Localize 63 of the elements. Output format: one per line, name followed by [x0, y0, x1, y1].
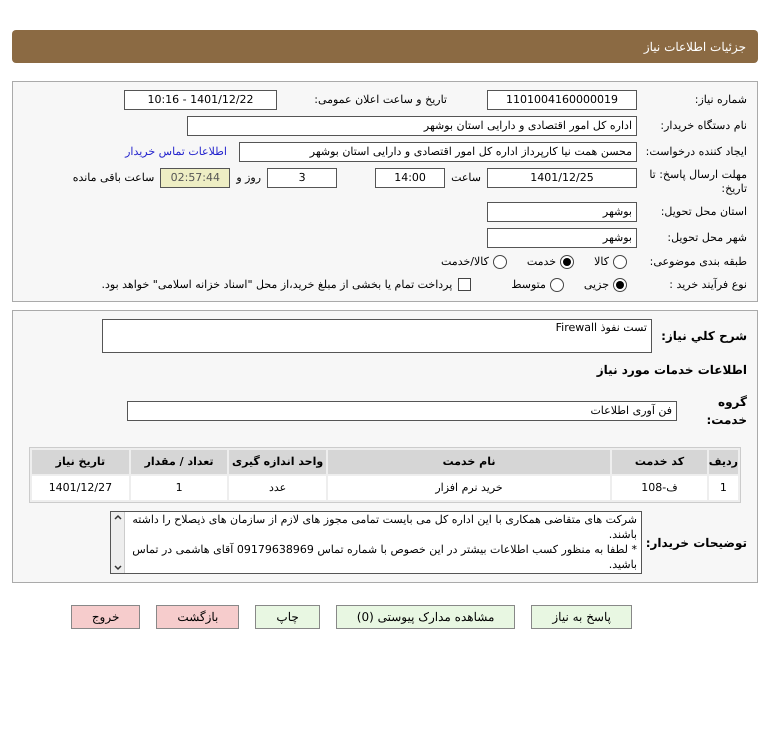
field-value: 1101004160000019 [487, 90, 637, 110]
radio-label: کالا [594, 254, 609, 270]
field-value: 1401/12/22 - 10:16 [124, 90, 277, 110]
page-header: جزئیات اطلاعات نیاز [12, 30, 758, 63]
radio-button[interactable] [613, 255, 627, 270]
field-value: فن آوری اطلاعات [127, 401, 677, 421]
field-label: شماره نیاز: [694, 92, 747, 108]
action-button[interactable]: پاسخ به نیاز [531, 605, 632, 629]
action-button[interactable]: مشاهده مدارک پیوستی (0) [336, 605, 516, 629]
radio-label: کالا/خدمت [441, 254, 489, 270]
column-header: واحد اندازه گیری [229, 450, 326, 474]
buyer-contact-link[interactable]: اطلاعات تماس خریدار [125, 144, 227, 160]
column-header: نام خدمت [328, 450, 610, 474]
column-header: ردیف [708, 450, 738, 474]
field-label: ساعت [451, 170, 481, 186]
column-header: کد خدمت [612, 450, 707, 474]
radio-label: متوسط [511, 276, 546, 293]
field-value: بوشهر [487, 228, 637, 248]
field-label: گروه خدمت: [705, 394, 747, 429]
field-value: محسن همت نیا کارپرداز اداره کل امور اقتصادی و دارایی استان بوشهر [239, 142, 637, 162]
column-header: تعداد / مقدار [130, 450, 228, 474]
scroll-down-icon [114, 565, 122, 571]
checkbox-label: پرداخت تمام یا بخشی از مبلغ خرید،از محل "اسناد خزانه اسلامی" خواهد بود. [102, 276, 452, 293]
field-value: 3 [267, 168, 338, 188]
table-cell: خرید نرم افزار [328, 476, 610, 500]
description-field: تست نفوذ Firewall [102, 319, 652, 353]
field-label: استان محل تحویل: [660, 204, 747, 220]
radio-label: خدمت [526, 254, 556, 270]
field-label: نام دستگاه خریدار: [659, 118, 747, 134]
table-cell: 1 [708, 476, 738, 500]
field-label: تاریخ و ساعت اعلان عمومی: [313, 92, 447, 108]
scrollbar[interactable] [111, 512, 125, 573]
notes-text: شرکت های متقاضی همکاری با این اداره کل می بایست تمامی مجوز های لازم از سازمان های ذیصلاح را داشته باشند. * لطفا به منظور کسب اطلاعات بیشتر در این خصوص با شماره تماس 09179638969 آقای هاشمی در تماس باشید. [131, 512, 638, 573]
action-button[interactable]: چاپ [255, 605, 320, 629]
field-label: ساعت باقی مانده [72, 170, 154, 186]
field-label: مهلت ارسال پاسخ: تا تاریخ: [648, 168, 747, 196]
field-value: 02:57:44 [160, 168, 230, 188]
radio-button[interactable] [492, 255, 507, 270]
column-header: تاریخ نیاز [32, 450, 129, 474]
radio-button[interactable] [550, 278, 564, 292]
field-label: نوع فرآیند خرید : [668, 276, 747, 293]
field-label: طبقه بندی موضوعی: [648, 254, 747, 270]
table-cell: 1401/12/27 [32, 476, 129, 500]
radio-button[interactable] [560, 255, 574, 270]
field-value: 1401/12/25 [487, 168, 637, 188]
radio-label: جزیی [584, 276, 609, 293]
field-value: 14:00 [375, 168, 446, 188]
field-label: شرح کلي نياز: [660, 328, 747, 345]
field-label: ایجاد کننده درخواست: [644, 144, 747, 160]
field-value: اداره کل امور اقتصادی و دارایی استان بوشهر [187, 116, 637, 136]
field-label: روز و [236, 170, 262, 186]
table-cell: 1 [130, 476, 228, 500]
table-cell: ف-108 [612, 476, 707, 500]
field-label: شهر محل تحویل: [666, 230, 747, 246]
radio-button[interactable] [613, 278, 627, 292]
action-button[interactable]: بازگشت [156, 605, 240, 629]
field-label: توضیحات خریدار: [644, 534, 747, 552]
checkbox[interactable] [458, 278, 472, 292]
field-value: بوشهر [487, 202, 637, 222]
section-title: اطلاعات خدمات مورد نیاز [595, 362, 747, 379]
scroll-up-icon [114, 514, 122, 520]
action-button[interactable]: خروج [70, 605, 140, 629]
table-cell: عدد [229, 476, 326, 500]
